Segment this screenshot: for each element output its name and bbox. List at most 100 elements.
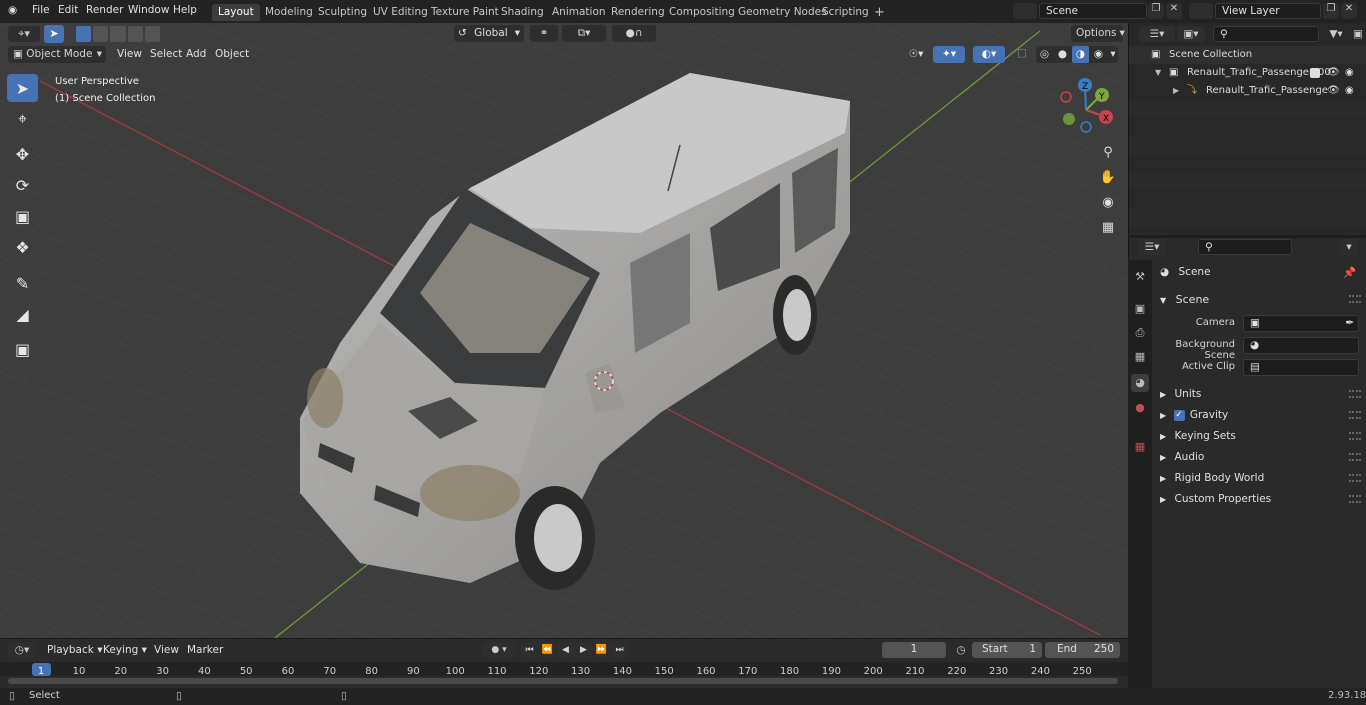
snap-icon[interactable]: ⧉▾ [562,25,606,42]
mode-dropdown[interactable]: ▣ Object Mode ▾ [8,46,106,63]
chevron-down-icon[interactable]: ▾ [1108,46,1118,63]
outliner-row-collection[interactable]: ▼ ▣ Renault_Trafic_Passenger_00 👁 ◉ [1129,64,1366,82]
pan-hand-icon[interactable]: ✋ [1096,166,1120,188]
jump-keyframe-forward-icon[interactable]: ⏩ [593,642,610,658]
expand-arrow-icon[interactable]: ▼ [1155,64,1161,82]
transform-orientation-dropdown[interactable]: ↺ Global ▾ [454,25,524,42]
new-scene-icon[interactable]: ❐ [1148,3,1164,19]
view-layer-selector-icon[interactable] [1189,3,1213,19]
menu-help[interactable]: Help [173,4,197,16]
timeline-scrollbar[interactable] [8,678,1118,684]
add-workspace-button[interactable]: + [868,4,891,21]
select-subtract-icon[interactable] [110,26,126,42]
rigid-body-world-panel-header[interactable]: ▶ Rigid Body World [1160,472,1264,484]
menu-add[interactable]: Add [181,46,211,62]
annotate-tool-icon[interactable]: ✎ [7,269,38,297]
audio-panel-header[interactable]: ▶ Audio [1160,451,1204,463]
xray-toggle-icon[interactable]: □ [1015,47,1029,62]
material-preview-icon[interactable]: ◑ [1072,46,1089,63]
camera-field[interactable]: ▣ ✒ [1243,315,1359,332]
properties-search-input[interactable]: ⚲ [1198,239,1292,255]
drag-handle-icon[interactable] [1349,474,1361,482]
view-layer-field[interactable]: View Layer [1215,3,1321,19]
render-tab-icon[interactable]: ▣ [1131,300,1149,318]
menu-edit[interactable]: Edit [58,4,78,16]
gizmo-toggle-icon[interactable]: ✦▾ [933,46,965,63]
gravity-checkbox[interactable]: ✓ [1173,409,1185,421]
view-layer-tab-icon[interactable]: ▦ [1131,348,1149,366]
display-mode-icon[interactable]: ▣▾ [1177,26,1205,42]
custom-properties-panel-header[interactable]: ▶ Custom Properties [1160,493,1271,505]
eye-icon[interactable]: 👁 [1327,82,1340,100]
navigation-gizmo[interactable]: X Y Z [1055,75,1125,140]
select-new-icon[interactable] [76,26,92,42]
menu-file[interactable]: File [32,4,50,16]
auto-keying-icon[interactable]: ● ▾ [482,642,516,658]
new-collection-icon[interactable]: ▣ [1351,26,1365,42]
move-tool-icon[interactable]: ✥ [7,140,38,168]
scene-name-field[interactable]: Scene [1039,3,1147,19]
filter-icon[interactable]: ▼▾ [1323,26,1349,42]
new-view-layer-icon[interactable]: ❐ [1323,3,1339,19]
current-frame-field[interactable]: 1 [882,642,946,658]
drag-handle-icon[interactable] [1349,390,1361,398]
units-panel-header[interactable]: ▶ Units [1160,388,1201,400]
camera-icon[interactable]: ◉ [1345,64,1354,82]
marker-menu[interactable]: Marker [182,642,228,658]
world-tab-icon[interactable]: ● [1131,399,1149,417]
eyedropper-icon[interactable]: ✒ [1345,316,1354,330]
tab-sculpting[interactable]: Sculpting [312,4,373,21]
add-cube-tool-icon[interactable]: ▣ [7,335,38,363]
background-scene-field[interactable]: ◕ [1243,337,1359,354]
select-box-tool-icon[interactable]: ➤ [7,74,38,102]
play-icon[interactable]: ▶ [575,642,592,658]
tab-uv-editing[interactable]: UV Editing [367,4,434,21]
menu-window[interactable]: Window [128,4,169,16]
drag-handle-icon[interactable] [1349,295,1361,303]
menu-object[interactable]: Object [210,46,254,62]
tab-rendering[interactable]: Rendering [605,4,671,21]
end-frame-field[interactable]: End 250 [1045,642,1120,658]
blender-logo-icon[interactable]: ◉ [8,4,17,16]
timeline-view-menu[interactable]: View [149,642,184,658]
zoom-icon[interactable]: ⚲ [1096,141,1120,163]
timeline-editor-type-icon[interactable]: ◷▾ [8,642,36,658]
camera-view-icon[interactable]: ◉ [1096,191,1120,213]
active-clip-field[interactable]: ▤ [1243,359,1359,376]
drag-handle-icon[interactable] [1349,411,1361,419]
jump-keyframe-back-icon[interactable]: ⏪ [539,642,556,658]
properties-editor-type-icon[interactable]: ☰▾ [1138,239,1166,255]
keying-sets-panel-header[interactable]: ▶ Keying Sets [1160,430,1236,442]
outliner-row-object[interactable]: ▶ ⤵ Renault_Trafic_Passenge 👁 ◉ [1129,82,1366,100]
tab-modeling[interactable]: Modeling [259,4,319,21]
transform-tool-icon[interactable]: ❖ [7,233,38,261]
eye-icon[interactable]: 👁 [1327,64,1340,82]
scene-selector-icon[interactable] [1013,3,1037,19]
tab-scripting[interactable]: Scripting [816,4,875,21]
menu-render[interactable]: Render [86,4,123,16]
gravity-panel-header[interactable]: ▶ ✓ Gravity [1160,409,1228,421]
scene-tab-icon[interactable]: ◕ [1131,374,1149,392]
start-frame-field[interactable]: Start 1 [972,642,1042,658]
outliner-editor-type-icon[interactable]: ☰▾ [1139,26,1175,42]
outliner-search-input[interactable]: ⚲ [1213,26,1319,42]
exclude-checkbox[interactable] [1310,68,1320,78]
editor-type-icon[interactable]: ⌖▾ [8,26,40,42]
expand-arrow-icon[interactable]: ▶ [1173,82,1179,100]
overlays-toggle-icon[interactable]: ◐▾ [973,46,1005,63]
jump-end-icon[interactable]: ⏭ [611,642,628,658]
solid-shading-icon[interactable]: ● [1054,46,1071,63]
select-invert-icon[interactable] [127,26,143,42]
tab-layout[interactable]: Layout [212,4,260,21]
play-reverse-icon[interactable]: ◀ [557,642,574,658]
pivot-point-icon[interactable]: ⚭ [530,25,558,42]
drag-handle-icon[interactable] [1349,495,1361,503]
jump-start-icon[interactable]: ⏮ [521,642,538,658]
properties-options-icon[interactable]: ▾ [1340,239,1358,255]
measure-tool-icon[interactable]: ◢ [7,300,38,328]
3d-viewport[interactable] [0,23,1128,638]
tab-texture-paint[interactable]: Texture Paint [425,4,505,21]
menu-view[interactable]: View [112,46,147,62]
drag-handle-icon[interactable] [1349,432,1361,440]
texture-tab-icon[interactable]: ▦ [1131,438,1149,456]
